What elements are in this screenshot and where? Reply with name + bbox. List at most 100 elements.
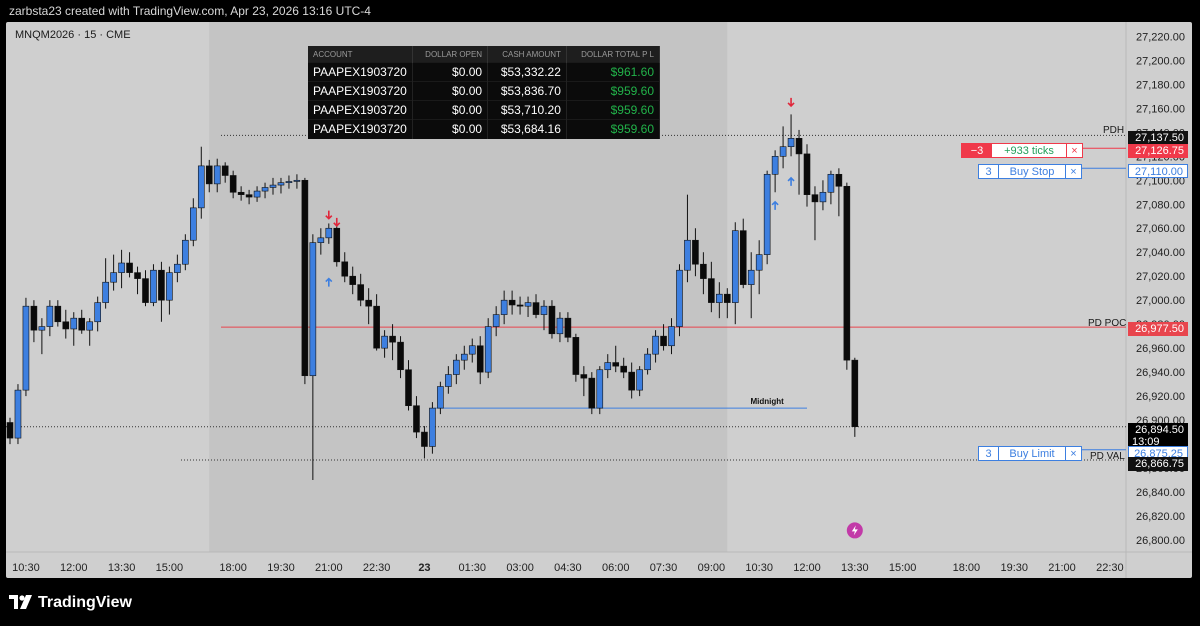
candle-body (190, 207, 197, 241)
y-tick-label: 27,040.00 (1136, 247, 1185, 259)
pdh-label: PDH (1103, 125, 1125, 136)
table-row[interactable]: PAAPEX1903720 $0.00 $53,684.16 $959.60 (308, 119, 661, 139)
total-pl: $961.60 (566, 62, 661, 82)
y-tick-label: 27,060.00 (1136, 223, 1185, 235)
candle-body (556, 317, 564, 335)
candle-body (429, 407, 436, 447)
y-tick-label: 27,220.00 (1136, 31, 1185, 43)
close-icon[interactable]: × (1065, 165, 1081, 178)
pd-val-price-tag: 26,866.75 (1128, 457, 1188, 471)
y-tick-label: 26,800.00 (1136, 535, 1185, 547)
close-icon[interactable]: × (1066, 144, 1082, 157)
candle-body (843, 185, 851, 361)
position-order[interactable]: −3 +933 ticks × (961, 143, 1083, 158)
candle-body (652, 335, 659, 355)
tradingview-logo-icon (9, 595, 32, 609)
candle-body (453, 359, 460, 375)
candle-body (349, 275, 357, 285)
pd-poc-price-tag: 26,977.50 (1128, 322, 1188, 336)
position-price-tag: 27,126.75 (1128, 144, 1188, 158)
candle-body (835, 173, 843, 187)
candle-body (700, 263, 707, 279)
candle-body (30, 305, 38, 331)
candle-body (604, 362, 612, 371)
candle-body (716, 293, 723, 303)
candle-body (261, 187, 269, 192)
buy-limit-order[interactable]: 3 Buy Limit × (978, 446, 1082, 461)
x-tick-label: 12:00 (793, 562, 821, 574)
table-row[interactable]: PAAPEX1903720 $0.00 $53,332.22 $961.60 (308, 62, 661, 82)
candle-body (142, 278, 149, 303)
y-tick-label: 27,160.00 (1136, 103, 1185, 115)
buy-stop-qty: 3 (979, 165, 999, 178)
x-tick-label: 19:30 (1000, 562, 1028, 574)
buy-stop-label: Buy Stop (1009, 165, 1055, 178)
candle-body (317, 237, 325, 243)
candle-body (166, 272, 173, 301)
candle-body (755, 254, 763, 271)
candle-body (636, 369, 643, 391)
symbol-label: MNQM2026 · 15 · CME (15, 29, 131, 41)
x-tick-label: 22:30 (1096, 562, 1124, 574)
candle-body (237, 191, 245, 195)
candle-body (548, 305, 556, 335)
candle-body (94, 302, 101, 323)
candle-body (102, 281, 109, 303)
candle-body (221, 165, 229, 176)
candle-body (277, 182, 285, 186)
buy-limit-qty: 3 (979, 447, 999, 460)
candle-body (301, 179, 309, 377)
account-table-header: ACCOUNT DOLLAR OPEN CASH AMOUNT DOLLAR T… (308, 46, 661, 63)
tradingview-brand: TradingView (38, 594, 132, 611)
position-pnl-ticks: +933 ticks (1004, 144, 1054, 157)
total-pl: $959.60 (566, 100, 661, 120)
close-icon[interactable]: × (1065, 447, 1081, 460)
candle-body (779, 146, 787, 157)
x-tick-label: 09:00 (698, 562, 726, 574)
x-tick-label: 18:00 (953, 562, 981, 574)
candle-body (405, 369, 412, 407)
candle-body (644, 353, 651, 371)
candle-body (731, 230, 739, 303)
pdh-price-tag: 27,137.50 (1128, 131, 1188, 145)
candle-body (253, 190, 261, 198)
candle-body (763, 173, 771, 255)
candle-body (182, 239, 189, 265)
candle-body (126, 262, 133, 273)
buy-stop-price-tag: 27,110.00 (1128, 164, 1188, 178)
x-tick-label: 12:00 (60, 562, 88, 574)
candle-body (174, 263, 181, 273)
candle-body (205, 165, 213, 185)
screenshot-frame: zarbsta23 created with TradingView.com, … (0, 0, 1200, 626)
y-tick-label: 27,000.00 (1136, 295, 1185, 307)
dollar-open: $0.00 (412, 62, 489, 82)
candle-body (739, 230, 747, 285)
table-row[interactable]: PAAPEX1903720 $0.00 $53,710.20 $959.60 (308, 100, 661, 120)
x-tick-label: 19:30 (267, 562, 295, 574)
candle-body (70, 317, 78, 330)
candle-body (134, 272, 141, 279)
candle-body (620, 365, 627, 373)
table-row[interactable]: PAAPEX1903720 $0.00 $53,836.70 $959.60 (308, 81, 661, 101)
candle-body (245, 194, 253, 198)
buy-stop-order[interactable]: 3 Buy Stop × (978, 164, 1082, 179)
candle-body (596, 369, 604, 409)
candle-body (819, 191, 827, 203)
footer: TradingView (0, 588, 1200, 626)
candle-body (484, 326, 492, 373)
x-tick-label: 18:00 (219, 562, 247, 574)
candle-body (811, 194, 819, 203)
buy-arrow-icon (771, 200, 779, 210)
candle-body (612, 362, 620, 367)
chart-panel[interactable]: 26,800.0026,820.0026,840.0026,860.0026,8… (6, 22, 1192, 578)
candle-body (309, 242, 317, 377)
candle-body (229, 175, 237, 193)
candle-body (516, 304, 524, 307)
x-tick-label: 03:00 (506, 562, 534, 574)
candle-body (628, 371, 635, 391)
candle-body (524, 302, 532, 307)
candle-body (389, 335, 396, 343)
candle-body (500, 299, 508, 315)
x-tick-label: 13:30 (108, 562, 136, 574)
candle-body (445, 374, 452, 387)
